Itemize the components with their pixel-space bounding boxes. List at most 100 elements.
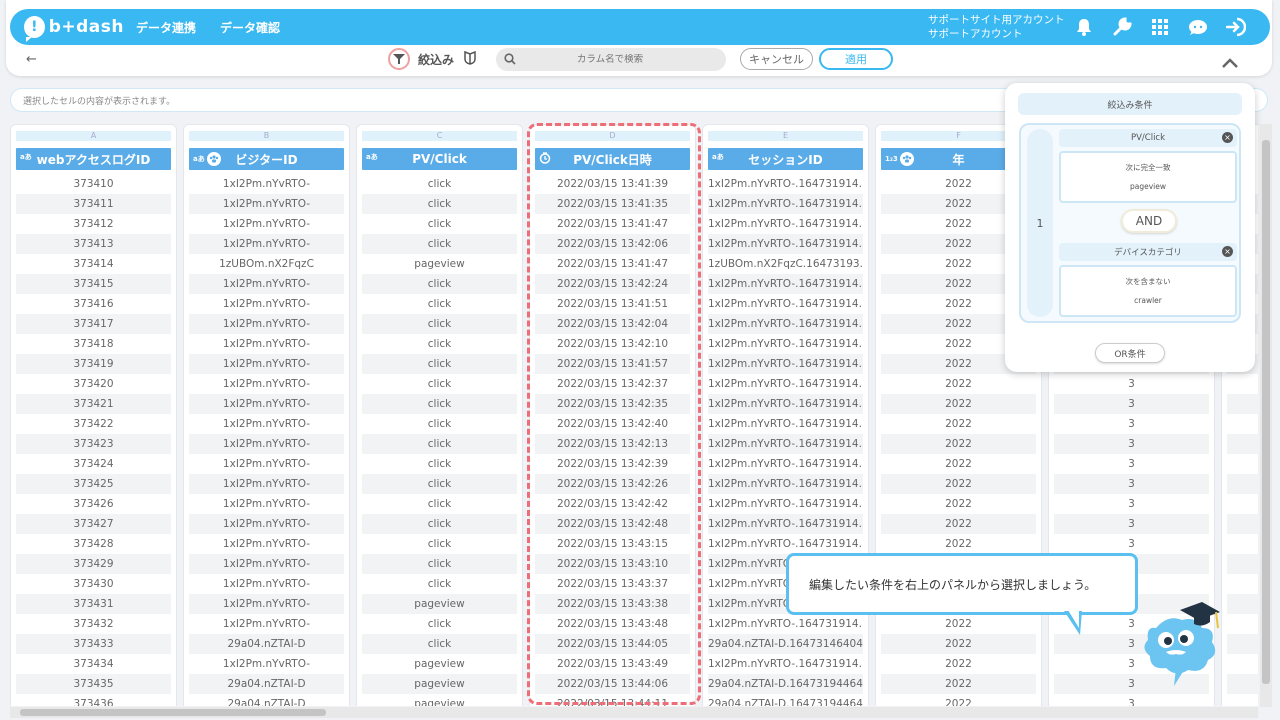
table-cell[interactable]: 1xI2Pm.nYvRTO-	[189, 414, 344, 434]
table-cell[interactable]: 373411	[16, 194, 171, 214]
table-cell[interactable]: 1zUBOm.nX2FqzC	[189, 254, 344, 274]
table-cell[interactable]: 373432	[16, 614, 171, 634]
table-cell[interactable]: 1xI2Pm.nYvRTO-.164731914...	[708, 614, 863, 634]
wrench-icon[interactable]	[1112, 17, 1132, 37]
table-cell[interactable]: pageview	[362, 694, 517, 706]
table-cell[interactable]: click	[362, 294, 517, 314]
table-cell[interactable]: 3	[1054, 474, 1209, 494]
table-cell[interactable]: 1xI2Pm.nYvRTO-	[189, 194, 344, 214]
table-cell[interactable]: 1xI2Pm.nYvRTO-	[189, 654, 344, 674]
table-cell[interactable]: 1xI2Pm.nYvRTO-.164731914...	[708, 454, 863, 474]
table-cell[interactable]: 1xI2Pm.nYvRTO-.164731914...	[708, 194, 863, 214]
table-cell[interactable]: 1xI2Pm.nYvRTO-	[189, 594, 344, 614]
table-cell[interactable]: 1xI2Pm.nYvRTO-.164731914...	[708, 334, 863, 354]
table-cell[interactable]: 1xI2Pm.nYvRTO-	[189, 494, 344, 514]
condition-item-header[interactable]: PV/Click ×	[1059, 129, 1237, 147]
table-cell[interactable]: 1xI2Pm.nYvRTO-.164731914...	[708, 274, 863, 294]
table-cell[interactable]	[1227, 614, 1258, 634]
table-cell[interactable]: 373435	[16, 674, 171, 694]
table-cell[interactable]	[1227, 494, 1258, 514]
table-cell[interactable]: 373423	[16, 434, 171, 454]
table-cell[interactable]: click	[362, 414, 517, 434]
table-cell[interactable]: 1xI2Pm.nYvRTO-	[189, 214, 344, 234]
table-cell[interactable]: 1xI2Pm.nYvRTO-.164731914...	[708, 414, 863, 434]
table-cell[interactable]: 373419	[16, 354, 171, 374]
table-cell[interactable]: click	[362, 394, 517, 414]
table-cell[interactable]: click	[362, 454, 517, 474]
table-cell[interactable]: click	[362, 194, 517, 214]
condition-item-body[interactable]: 次を含まない crawler	[1059, 265, 1237, 317]
table-cell[interactable]: click	[362, 474, 517, 494]
table-cell[interactable]: 29a04.nZTAI-D	[189, 634, 344, 654]
chat-icon[interactable]	[1188, 17, 1208, 37]
table-cell[interactable]: click	[362, 634, 517, 654]
table-cell[interactable]: 1xI2Pm.nYvRTO-	[189, 574, 344, 594]
table-cell[interactable]: 373418	[16, 334, 171, 354]
table-cell[interactable]: 2022	[881, 654, 1036, 674]
collapse-chevron-icon[interactable]	[1222, 53, 1238, 72]
table-cell[interactable]: 373413	[16, 234, 171, 254]
table-cell[interactable]: 3	[1054, 454, 1209, 474]
search-input[interactable]	[520, 54, 700, 65]
table-cell[interactable]: 29a04.nZTAI-D.16473146404...	[708, 634, 863, 654]
table-cell[interactable]: 1xI2Pm.nYvRTO-	[189, 234, 344, 254]
table-cell[interactable]: 2022	[881, 634, 1036, 654]
table-cell[interactable]: 29a04.nZTAI-D.16473194464...	[708, 674, 863, 694]
table-cell[interactable]	[1227, 454, 1258, 474]
table-cell[interactable]: 2022	[881, 534, 1036, 554]
table-cell[interactable]: 1xI2Pm.nYvRTO-.164731914...	[708, 474, 863, 494]
table-cell[interactable]: 1zUBOm.nX2FqzC.16473193...	[708, 254, 863, 274]
table-cell[interactable]	[1227, 694, 1258, 706]
table-cell[interactable]: 1xI2Pm.nYvRTO-	[189, 374, 344, 394]
table-cell[interactable]: 2022	[881, 694, 1036, 706]
table-cell[interactable]: 3	[1054, 514, 1209, 534]
remove-condition-icon[interactable]: ×	[1222, 132, 1233, 143]
table-cell[interactable]: 1xI2Pm.nYvRTO-	[189, 294, 344, 314]
table-cell[interactable]: 1xI2Pm.nYvRTO-.164731914...	[708, 514, 863, 534]
remove-condition-icon[interactable]: ×	[1222, 246, 1233, 257]
table-cell[interactable]: 3	[1054, 494, 1209, 514]
table-cell[interactable]: 373433	[16, 634, 171, 654]
table-cell[interactable]: 373410	[16, 174, 171, 194]
table-cell[interactable]	[1227, 434, 1258, 454]
table-cell[interactable]: 2022	[881, 374, 1036, 394]
cancel-button[interactable]: キャンセル	[740, 48, 813, 70]
table-cell[interactable]: click	[362, 174, 517, 194]
account-info[interactable]: サポートサイト用アカウント サポートアカウント	[928, 13, 1065, 41]
table-cell[interactable]: pageview	[362, 594, 517, 614]
table-cell[interactable]: pageview	[362, 674, 517, 694]
table-cell[interactable]: 373420	[16, 374, 171, 394]
column-letter[interactable]: B	[189, 131, 344, 141]
logout-icon[interactable]	[1226, 17, 1246, 37]
table-cell[interactable]: click	[362, 574, 517, 594]
table-cell[interactable]: 373427	[16, 514, 171, 534]
table-cell[interactable]: pageview	[362, 254, 517, 274]
and-button[interactable]: AND	[1121, 209, 1177, 233]
condition-item-body[interactable]: 次に完全一致 pageview	[1059, 151, 1237, 203]
table-cell[interactable]: 1xI2Pm.nYvRTO-	[189, 394, 344, 414]
table-cell[interactable]: 1xI2Pm.nYvRTO-	[189, 614, 344, 634]
horizontal-scroll-thumb[interactable]	[20, 709, 326, 716]
table-cell[interactable]	[1227, 634, 1258, 654]
table-cell[interactable]: 373416	[16, 294, 171, 314]
table-cell[interactable]: click	[362, 514, 517, 534]
table-cell[interactable]: 29a04.nZTAI-D.16473194464...	[708, 694, 863, 706]
table-cell[interactable]: click	[362, 234, 517, 254]
table-cell[interactable]: 1xI2Pm.nYvRTO-	[189, 334, 344, 354]
table-cell[interactable]: 3	[1054, 534, 1209, 554]
table-cell[interactable]: 2022	[881, 514, 1036, 534]
table-cell[interactable]: 373415	[16, 274, 171, 294]
table-cell[interactable]: click	[362, 554, 517, 574]
table-cell[interactable]: 1xI2Pm.nYvRTO-.164731914...	[708, 374, 863, 394]
table-cell[interactable]: 29a04.nZTAI-D	[189, 694, 344, 706]
table-cell[interactable]: 3	[1054, 374, 1209, 394]
table-cell[interactable]: 1xI2Pm.nYvRTO-	[189, 454, 344, 474]
table-cell[interactable]: 373430	[16, 574, 171, 594]
table-cell[interactable]: 1xI2Pm.nYvRTO-	[189, 514, 344, 534]
table-cell[interactable]	[1227, 514, 1258, 534]
table-cell[interactable]: 1xI2Pm.nYvRTO-.164731914...	[708, 394, 863, 414]
horizontal-scrollbar[interactable]	[10, 707, 1258, 718]
table-cell[interactable]: 1xI2Pm.nYvRTO-.164731914...	[708, 234, 863, 254]
table-cell[interactable]: 2022	[881, 454, 1036, 474]
table-cell[interactable]: 373431	[16, 594, 171, 614]
